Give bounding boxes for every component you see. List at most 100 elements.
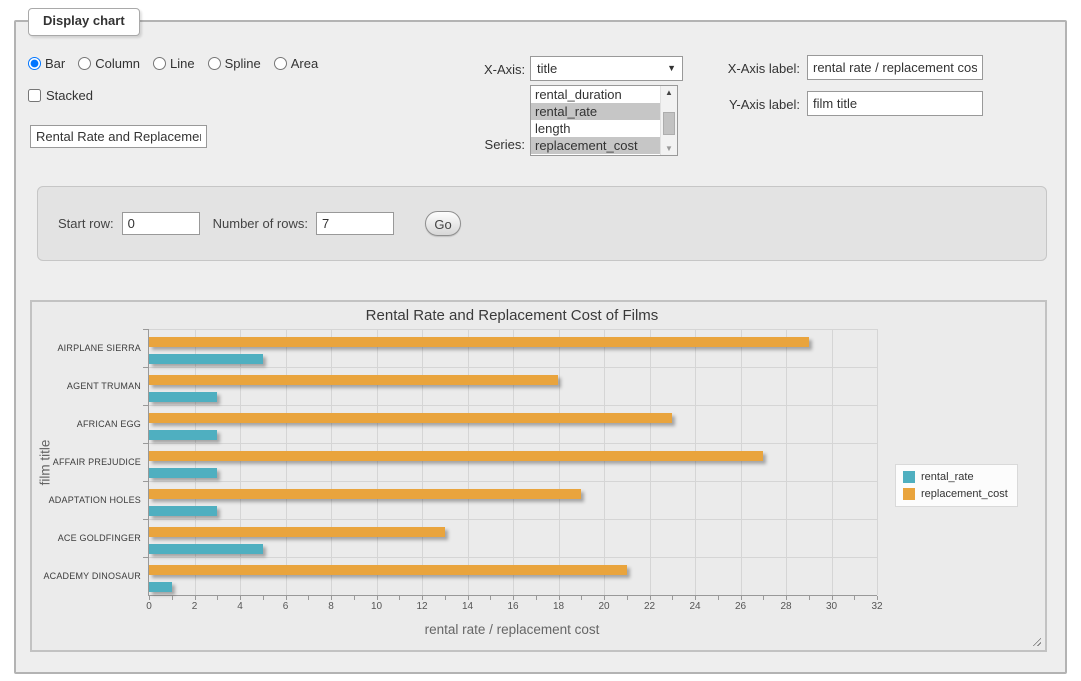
scroll-down-icon[interactable]: ▼ [661, 142, 677, 155]
chart-type-option-line[interactable]: Line [153, 56, 195, 71]
x-tick-label: 28 [771, 601, 801, 612]
bar-replacement_cost[interactable] [149, 337, 809, 347]
bar-replacement_cost[interactable] [149, 527, 445, 537]
chart-type-radio-bar[interactable] [28, 57, 41, 70]
y-axis-label-field-label: Y-Axis label: [722, 97, 800, 112]
x-gridline [832, 329, 833, 595]
x-tick-label: 8 [316, 601, 346, 612]
series-option-length[interactable]: length [531, 120, 677, 137]
chart-type-radio-line[interactable] [153, 57, 166, 70]
go-button[interactable]: Go [425, 211, 461, 236]
category-label: ACE GOLDFINGER [31, 519, 141, 557]
num-rows-label: Number of rows: [213, 216, 308, 231]
x-gridline [513, 329, 514, 595]
x-tick-label: 2 [180, 601, 210, 612]
y-axis-tick [143, 481, 149, 482]
x-axis-select[interactable]: title ▼ [530, 56, 683, 81]
chart-title-input[interactable] [30, 125, 207, 148]
chart-type-option-column[interactable]: Column [78, 56, 140, 71]
x-tick-label: 20 [589, 601, 619, 612]
chart-type-radio-label: Column [95, 56, 140, 71]
bar-replacement_cost[interactable] [149, 565, 627, 575]
x-tick-label: 10 [362, 601, 392, 612]
y-gridline [149, 557, 877, 558]
y-axis-tick [143, 443, 149, 444]
x-tick-label: 32 [862, 601, 892, 612]
x-gridline [786, 329, 787, 595]
category-label: ACADEMY DINOSAUR [31, 557, 141, 595]
legend-swatch [903, 488, 915, 500]
bar-rental_rate[interactable] [149, 430, 217, 440]
legend-swatch [903, 471, 915, 483]
x-tick-label: 24 [680, 601, 710, 612]
x-axis-tick [536, 596, 537, 600]
bar-replacement_cost[interactable] [149, 413, 672, 423]
y-gridline [149, 481, 877, 482]
chart-type-option-bar[interactable]: Bar [28, 56, 65, 71]
legend-item-rental_rate[interactable]: rental_rate [903, 471, 1008, 483]
bar-replacement_cost[interactable] [149, 489, 581, 499]
bar-rental_rate[interactable] [149, 468, 217, 478]
chart-type-radio-label: Bar [45, 56, 65, 71]
x-tick-label: 16 [498, 601, 528, 612]
row-range-panel: Start row: Number of rows: Go [37, 186, 1047, 261]
series-option-replacement_cost[interactable]: replacement_cost [531, 137, 677, 154]
chart-type-radio-spline[interactable] [208, 57, 221, 70]
x-axis-tick [513, 596, 514, 600]
y-axis-tick [143, 329, 149, 330]
x-axis-label-input[interactable] [807, 55, 983, 80]
x-axis-selected-value: title [537, 61, 557, 76]
x-gridline [650, 329, 651, 595]
legend-item-replacement_cost[interactable]: replacement_cost [903, 488, 1008, 500]
series-option-rental_rate[interactable]: rental_rate [531, 103, 677, 120]
bar-rental_rate[interactable] [149, 544, 263, 554]
x-gridline [331, 329, 332, 595]
stacked-checkbox[interactable] [28, 89, 41, 102]
x-axis-tick [195, 596, 196, 600]
x-tick-label: 12 [407, 601, 437, 612]
y-axis-label-input[interactable] [807, 91, 983, 116]
bar-replacement_cost[interactable] [149, 375, 558, 385]
bar-replacement_cost[interactable] [149, 451, 763, 461]
chart-type-radio-label: Area [291, 56, 318, 71]
series-scrollbar[interactable]: ▲ ▼ [660, 86, 677, 155]
y-axis-tick [143, 557, 149, 558]
series-options: rental_durationrental_ratelengthreplacem… [531, 86, 677, 154]
x-axis-tick [354, 596, 355, 600]
bar-rental_rate[interactable] [149, 392, 217, 402]
x-axis-tick [559, 596, 560, 600]
x-axis-tick [763, 596, 764, 600]
chart-type-radio-area[interactable] [274, 57, 287, 70]
x-axis-tick [604, 596, 605, 600]
bar-rental_rate[interactable] [149, 506, 217, 516]
x-axis-tick [832, 596, 833, 600]
x-tick-label: 6 [271, 601, 301, 612]
x-axis-tick [445, 596, 446, 600]
chart-type-option-spline[interactable]: Spline [208, 56, 261, 71]
y-gridline [149, 405, 877, 406]
chart-type-option-area[interactable]: Area [274, 56, 318, 71]
x-tick-label: 4 [225, 601, 255, 612]
x-gridline [240, 329, 241, 595]
bar-rental_rate[interactable] [149, 354, 263, 364]
chart-type-radio-label: Line [170, 56, 195, 71]
x-gridline [377, 329, 378, 595]
x-axis-select-label: X-Axis: [484, 62, 525, 77]
scroll-up-icon[interactable]: ▲ [661, 86, 677, 99]
bar-rental_rate[interactable] [149, 582, 172, 592]
x-axis-tick [854, 596, 855, 600]
scrollbar-thumb[interactable] [663, 112, 675, 135]
start-row-input[interactable] [122, 212, 200, 235]
num-rows-input[interactable] [316, 212, 394, 235]
resize-handle-icon[interactable] [1030, 635, 1041, 646]
x-tick-label: 30 [817, 601, 847, 612]
x-axis-tick [240, 596, 241, 600]
x-gridline [286, 329, 287, 595]
start-row-label: Start row: [58, 216, 114, 231]
chart-type-radio-column[interactable] [78, 57, 91, 70]
y-gridline [149, 329, 877, 330]
x-axis-tick [786, 596, 787, 600]
series-option-rental_duration[interactable]: rental_duration [531, 86, 677, 103]
x-axis-tick [172, 596, 173, 600]
series-multiselect[interactable]: rental_durationrental_ratelengthreplacem… [530, 85, 678, 156]
